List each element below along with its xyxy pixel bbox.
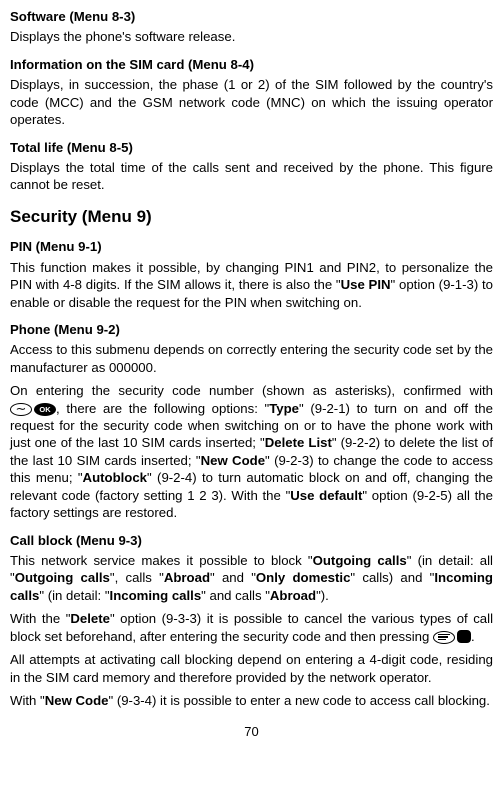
- para-callblock-2: With the "Delete" option (9-3-3) it is p…: [10, 610, 493, 645]
- bold-outgoing: Outgoing calls: [313, 553, 407, 568]
- bold-use-pin: Use PIN: [341, 277, 391, 292]
- para-software: Displays the phone's software release.: [10, 28, 493, 45]
- heading-phone: Phone (Menu 9-2): [10, 321, 493, 338]
- bold-autoblock: Autoblock: [83, 470, 147, 485]
- text: , there are the following options: ": [56, 401, 269, 416]
- para-callblock-4: With "New Code" (9-3-4) it is possible t…: [10, 692, 493, 709]
- bold-incoming-2: Incoming calls: [110, 588, 202, 603]
- ok-key-icon: OK: [34, 403, 56, 416]
- para-pin: This function makes it possible, by chan…: [10, 259, 493, 311]
- text: On entering the security code number (sh…: [10, 383, 493, 398]
- text: " and ": [210, 570, 256, 585]
- key-sequence-icon: ∼OK: [10, 403, 56, 416]
- para-total-life: Displays the total time of the calls sen…: [10, 159, 493, 194]
- bold-abroad: Abroad: [164, 570, 210, 585]
- key-sequence-icon-2: [433, 631, 471, 644]
- bold-outgoing-2: Outgoing calls: [15, 570, 110, 585]
- bold-delete-list: Delete List: [265, 435, 332, 450]
- text: " (in detail: ": [39, 588, 109, 603]
- text: .: [471, 629, 475, 644]
- para-phone-2: On entering the security code number (sh…: [10, 382, 493, 521]
- bold-new-code: New Code: [201, 453, 265, 468]
- para-callblock-1: This network service makes it possible t…: [10, 552, 493, 604]
- heading-pin: PIN (Menu 9-1): [10, 238, 493, 255]
- bold-abroad-2: Abroad: [270, 588, 316, 603]
- bold-new-code-2: New Code: [45, 693, 109, 708]
- menu-key-icon: [433, 631, 455, 644]
- soft-key-icon: ∼: [10, 403, 32, 416]
- text: With ": [10, 693, 45, 708]
- button-key-icon: [457, 630, 471, 643]
- text: This network service makes it possible t…: [10, 553, 313, 568]
- para-sim-info: Displays, in succession, the phase (1 or…: [10, 76, 493, 128]
- heading-call-block: Call block (Menu 9-3): [10, 532, 493, 549]
- page-number: 70: [10, 723, 493, 740]
- heading-software: Software (Menu 8-3): [10, 8, 493, 25]
- bold-use-default: Use default: [290, 488, 362, 503]
- para-callblock-3: All attempts at activating call blocking…: [10, 651, 493, 686]
- text: " (9-3-4) it is possible to enter a new …: [108, 693, 489, 708]
- bold-delete: Delete: [70, 611, 110, 626]
- heading-total-life: Total life (Menu 8-5): [10, 139, 493, 156]
- text: " and calls ": [201, 588, 270, 603]
- text: ").: [316, 588, 329, 603]
- text: ", calls ": [110, 570, 164, 585]
- heading-security: Security (Menu 9): [10, 206, 493, 228]
- text: " calls) and ": [350, 570, 434, 585]
- bold-only-domestic: Only domestic: [256, 570, 350, 585]
- para-phone-1: Access to this submenu depends on correc…: [10, 341, 493, 376]
- text: With the ": [10, 611, 70, 626]
- heading-sim-info: Information on the SIM card (Menu 8-4): [10, 56, 493, 73]
- bold-type: Type: [269, 401, 299, 416]
